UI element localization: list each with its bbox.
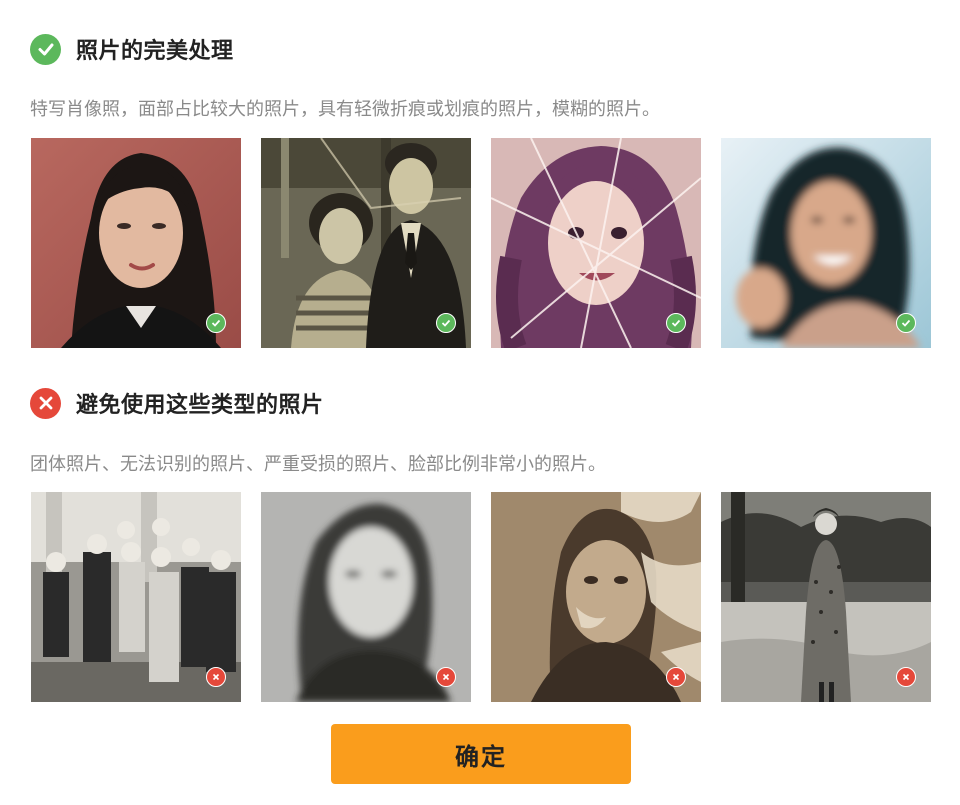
x-badge-icon — [436, 667, 456, 687]
check-badge-icon — [666, 313, 686, 333]
bad-photo-row — [31, 492, 931, 702]
x-circle-icon — [30, 387, 61, 419]
photo-closeup-portrait — [31, 138, 241, 348]
check-badge-icon — [436, 313, 456, 333]
good-section-header: 照片的完美处理 — [30, 32, 234, 66]
x-badge-icon — [666, 667, 686, 687]
photo-group — [31, 492, 241, 702]
check-badge-icon — [896, 313, 916, 333]
confirm-button[interactable]: 确定 — [331, 724, 631, 784]
photo-tiny-face — [721, 492, 931, 702]
photo-creased-girl — [491, 138, 701, 348]
check-circle-icon — [30, 33, 61, 65]
good-section-description: 特写肖像照，面部占比较大的照片，具有轻微折痕或划痕的照片，模糊的照片。 — [30, 99, 660, 120]
bad-section-title: 避免使用这些类型的照片 — [76, 393, 324, 418]
photo-guidelines-dialog: 照片的完美处理 特写肖像照，面部占比较大的照片，具有轻微折痕或划痕的照片，模糊的… — [0, 0, 960, 805]
good-section-title: 照片的完美处理 — [76, 39, 234, 64]
bad-section-header: 避免使用这些类型的照片 — [30, 386, 324, 420]
x-badge-icon — [896, 667, 916, 687]
bad-section-description: 团体照片、无法识别的照片、严重受损的照片、脸部比例非常小的照片。 — [30, 454, 606, 475]
photo-severely-damaged — [491, 492, 701, 702]
check-badge-icon — [206, 313, 226, 333]
good-photo-row — [31, 138, 931, 348]
photo-unrecognizable — [261, 492, 471, 702]
photo-couple-vintage — [261, 138, 471, 348]
photo-blurry-woman — [721, 138, 931, 348]
x-badge-icon — [206, 667, 226, 687]
